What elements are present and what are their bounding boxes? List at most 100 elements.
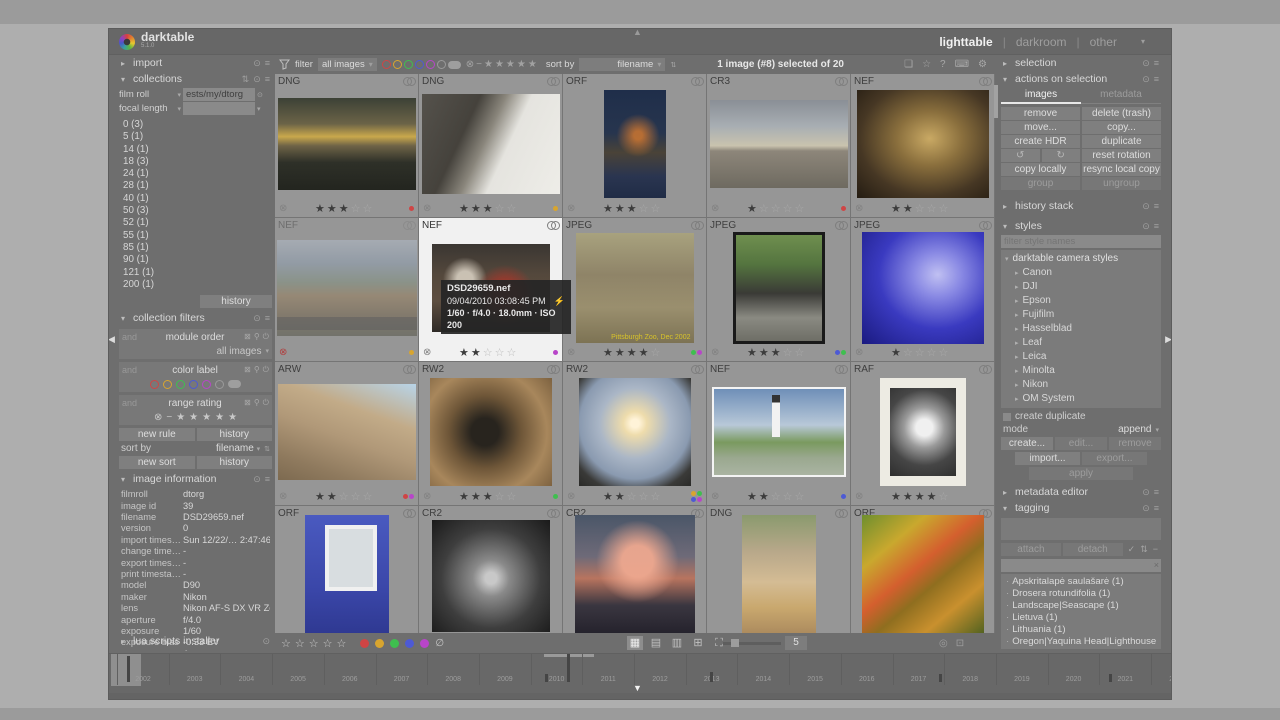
thumbnail-cell[interactable]: NEF⊗★★☆☆☆ [851, 74, 994, 217]
thumbnail-cell[interactable]: DNG⊗★★★☆☆ [419, 74, 562, 217]
reset-icon[interactable]: ⊙ [1142, 503, 1150, 514]
presets-icon[interactable]: ≡ [1154, 58, 1159, 69]
presets-icon[interactable]: ≡ [265, 58, 270, 69]
collection-value-item[interactable]: 55 (1) [123, 230, 268, 242]
group-icon[interactable] [979, 221, 991, 230]
reject-icon[interactable]: ⊗ [855, 347, 863, 358]
thumbnail-cell[interactable]: RW2⊗★★☆☆☆ [563, 362, 706, 505]
collection-value-item[interactable]: 200 (1) [123, 279, 268, 291]
ungroup-button[interactable]: ungroup [1082, 177, 1161, 190]
group-icon[interactable] [691, 365, 703, 374]
thumbnail-cell[interactable]: NEF⊗★★☆☆☆ [707, 362, 850, 505]
rating-stars[interactable]: ★★☆☆☆ [575, 490, 690, 503]
color-label-circle[interactable] [404, 60, 413, 69]
thumbnail-cell[interactable]: JPEG⊗★☆☆☆☆ [851, 218, 994, 361]
sort-direction-icon[interactable]: ⇅ [670, 61, 676, 69]
group-icon[interactable] [547, 509, 559, 518]
reset-icon[interactable]: ⊙ [253, 74, 261, 85]
color-label-circle[interactable] [163, 380, 172, 389]
rating-stars[interactable]: ★★★★☆ [575, 346, 690, 359]
timeline[interactable]: ▼ 20022003200420052006200720082009201020… [109, 653, 1172, 693]
preferences-gear-icon[interactable]: ⚙ [978, 59, 987, 70]
grid-scrollbar[interactable] [994, 85, 998, 118]
rating-stars[interactable]: ★★★☆☆ [431, 202, 546, 215]
style-create-button[interactable]: create... [1001, 437, 1053, 450]
thumbnail-cell[interactable]: NEF⊗ [275, 218, 418, 361]
collections-history-button[interactable]: history [200, 295, 272, 308]
style-edit-button[interactable]: edit... [1055, 437, 1107, 450]
resync-local-copy-button[interactable]: resync local copy [1082, 163, 1161, 176]
tag-item[interactable]: Lietuva (1) [1003, 612, 1159, 624]
group-icon[interactable] [547, 221, 559, 230]
styles-tree-item[interactable]: ▸OM System [1005, 392, 1157, 406]
tag-item[interactable]: Lithuania (1) [1003, 624, 1159, 636]
tag-item[interactable]: Landscape|Seascape (1) [1003, 600, 1159, 612]
view-filemanager-icon[interactable]: ▦ [627, 636, 643, 650]
thumbnail-cell[interactable]: ORF⊗★★★☆☆ [563, 74, 706, 217]
rating-stars[interactable]: ★★★☆☆ [575, 202, 690, 215]
selection-module-header[interactable]: ▸ selection ⊙≡ [999, 55, 1163, 71]
presets-icon[interactable]: ≡ [1154, 74, 1159, 85]
tagging-module-header[interactable]: ▾ tagging ⊙≡ [999, 500, 1163, 516]
copy-button[interactable]: copy... [1082, 121, 1161, 134]
image-information-module-header[interactable]: ▾ image information ⊙≡ [117, 471, 274, 487]
rating-stars[interactable]: ★☆☆☆☆ [719, 202, 834, 215]
group-icon[interactable] [835, 221, 847, 230]
group-icon[interactable] [403, 221, 415, 230]
color-label-circle[interactable] [375, 639, 384, 648]
styles-tree-item[interactable]: ▸Epson [1005, 294, 1157, 308]
toggle-sort-icon[interactable]: ⇅ [1140, 544, 1148, 555]
view-culling-dynamic-icon[interactable]: ▥ [669, 636, 685, 650]
sort-direction-icon[interactable]: ⇅ [264, 445, 270, 453]
collection-rule-field[interactable]: focal length▾ [119, 103, 181, 114]
create-hdr-button[interactable]: create HDR [1001, 135, 1080, 148]
style-filter-input[interactable] [1001, 235, 1161, 248]
thumbnail-cell[interactable]: ARW⊗★★☆☆☆ [275, 362, 418, 505]
color-label-circle[interactable] [202, 380, 211, 389]
styles-tree-item[interactable]: ▸Leaf [1005, 336, 1157, 350]
style-apply-button[interactable]: apply [1029, 467, 1133, 480]
styles-tree-item[interactable]: ▸Fujifilm [1005, 308, 1157, 322]
sort-field-select[interactable]: filename▾ [579, 58, 665, 71]
remove-button[interactable]: remove [1001, 107, 1080, 120]
style-mode-select[interactable]: append▾ [1118, 424, 1159, 435]
keyboard-icon[interactable]: ⌨ [955, 59, 969, 70]
color-label-circle[interactable] [393, 60, 402, 69]
group-icon[interactable] [403, 509, 415, 518]
enable-icon[interactable]: ⏻ [263, 365, 269, 375]
right-panel-collapse-icon[interactable]: ▶ [1165, 334, 1172, 345]
style-export-button[interactable]: export... [1082, 452, 1147, 465]
collection-value-item[interactable]: 40 (1) [123, 193, 268, 205]
thumbnail-cell[interactable]: JPEGPittsburgh Zoo, Dec 2002⊗★★★★☆ [563, 218, 706, 361]
remove-rule-icon[interactable]: ⊠ [244, 398, 251, 408]
no-color-label-icon[interactable]: ∅ [435, 638, 444, 649]
filters-history-button[interactable]: history [197, 428, 273, 441]
presets-icon[interactable]: ≡ [265, 474, 270, 485]
filter-scope-select[interactable]: all images▾ [318, 58, 377, 71]
reject-icon[interactable]: ⊗ [567, 491, 575, 502]
zoom-level-value[interactable]: 5 [785, 636, 807, 650]
rating-stars[interactable]: ★★★☆☆ [431, 490, 546, 503]
color-label-circle[interactable] [415, 60, 424, 69]
reject-icon[interactable]: ⊗ [423, 203, 431, 214]
rating-stars[interactable]: ★☆☆☆☆ [863, 346, 978, 359]
collection-value-item[interactable]: 50 (3) [123, 205, 268, 217]
group-icon[interactable] [403, 365, 415, 374]
style-remove-button[interactable]: remove [1109, 437, 1161, 450]
reject-icon[interactable]: ⊗ [279, 347, 287, 358]
toggle-check-icon[interactable]: ✓ [1128, 544, 1136, 555]
module-order-value[interactable]: all images [216, 346, 261, 357]
create-duplicate-checkbox[interactable] [1003, 413, 1011, 421]
collection-value-item[interactable]: 28 (1) [123, 180, 268, 192]
collection-filters-module-header[interactable]: ▾ collection filters ⊙≡ [117, 310, 274, 326]
group-icon[interactable] [547, 365, 559, 374]
collection-value-item[interactable]: 18 (3) [123, 156, 268, 168]
rotate-ccw-button[interactable]: ↺ [1001, 149, 1040, 162]
move-button[interactable]: move... [1001, 121, 1080, 134]
color-label-circle[interactable] [360, 639, 369, 648]
thumbnail-cell[interactable]: DNG⊗★★★☆☆ [275, 74, 418, 217]
rating-stars[interactable]: ★★☆☆☆ [431, 346, 546, 359]
reject-icon[interactable]: ⊗ [423, 491, 431, 502]
reject-icon[interactable]: ⊗ [711, 203, 719, 214]
enable-icon[interactable]: ⏻ [263, 332, 269, 342]
